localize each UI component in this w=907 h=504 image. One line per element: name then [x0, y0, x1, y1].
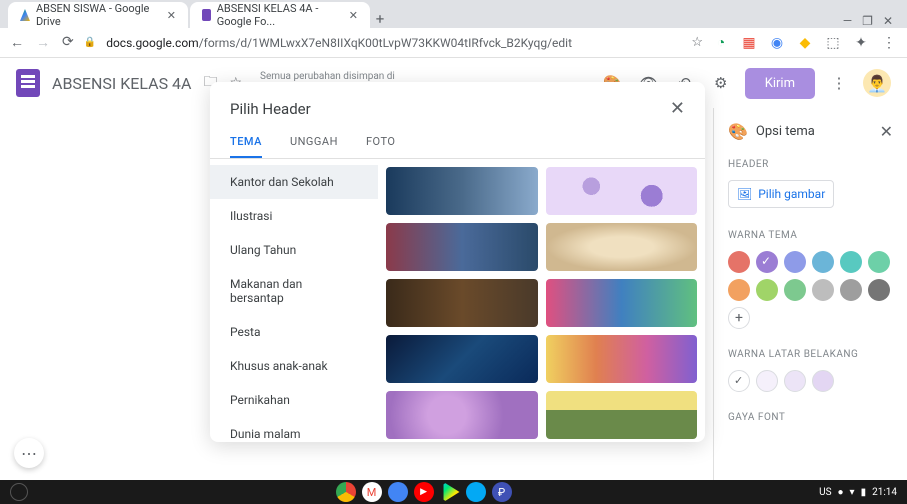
document-title[interactable]: ABSENSI KELAS 4A [52, 74, 191, 93]
category-khusus-anak[interactable]: Khusus anak-anak [210, 349, 378, 383]
theme-thumb[interactable] [386, 167, 538, 215]
minimize-icon[interactable]: — [843, 14, 852, 28]
lock-icon[interactable]: 🔒 [84, 37, 96, 48]
app-icon-2[interactable]: ₽ [492, 482, 512, 502]
theme-grid [378, 159, 705, 442]
tab-unggah[interactable]: UNGGAH [290, 127, 338, 158]
browser-tab-2[interactable]: ABSENSI KELAS 4A - Google Fo... ✕ [190, 2, 370, 28]
bg-color-title: WARNA LATAR BELAKANG [728, 349, 893, 360]
browser-tab-1[interactable]: ABSEN SISWA - Google Drive ✕ [8, 2, 188, 28]
account-avatar[interactable]: 👨‍💼 [863, 69, 891, 97]
close-window-icon[interactable]: ✕ [883, 14, 893, 28]
theme-thumb[interactable] [546, 223, 698, 271]
category-dunia-malam[interactable]: Dunia malam [210, 417, 378, 442]
bg-color-swatch[interactable] [812, 370, 834, 392]
category-ilustrasi[interactable]: Ilustrasi [210, 199, 378, 233]
ext-icon-3[interactable]: ◉ [769, 35, 785, 51]
theme-color-swatch[interactable] [784, 251, 806, 273]
tab-title: ABSENSI KELAS 4A - Google Fo... [217, 2, 335, 28]
theme-color-swatch[interactable] [812, 251, 834, 273]
theme-color-swatch[interactable] [840, 251, 862, 273]
theme-options-panel: 🎨 Opsi tema ✕ HEADER 🖼 Pilih gambar WARN… [713, 108, 907, 480]
docs-icon[interactable] [388, 482, 408, 502]
ext-icon-1[interactable]: ◔ [713, 35, 729, 51]
palette-icon: 🎨 [728, 122, 748, 141]
close-icon[interactable]: ✕ [880, 122, 893, 141]
theme-thumb[interactable] [546, 167, 698, 215]
theme-thumb[interactable] [386, 223, 538, 271]
launcher-icon[interactable] [10, 483, 28, 501]
tab-foto[interactable]: FOTO [366, 127, 395, 158]
theme-color-swatch[interactable] [728, 251, 750, 273]
pilih-header-dialog: Pilih Header ✕ TEMA UNGGAH FOTO Kantor d… [210, 82, 705, 442]
category-pernikahan[interactable]: Pernikahan [210, 383, 378, 417]
new-tab-button[interactable]: + [370, 10, 390, 28]
theme-thumb[interactable] [386, 279, 538, 327]
settings-gear-icon[interactable]: ⚙ [709, 71, 733, 95]
add-color-button[interactable]: + [728, 307, 750, 329]
reload-button[interactable]: ⟳ [62, 34, 74, 51]
theme-color-swatch[interactable] [784, 279, 806, 301]
tab-tema[interactable]: TEMA [230, 127, 262, 158]
youtube-icon[interactable]: ▶ [414, 482, 434, 502]
wifi-icon[interactable]: ▾ [850, 487, 855, 498]
bg-color-swatch[interactable] [756, 370, 778, 392]
close-icon[interactable]: ✕ [670, 98, 685, 119]
ext-icon-4[interactable]: ◆ [797, 35, 813, 51]
ext-puzzle-icon[interactable]: ✦ [853, 35, 869, 51]
theme-thumb[interactable] [386, 335, 538, 383]
panel-title: Opsi tema [756, 124, 872, 139]
bg-color-swatch[interactable] [784, 370, 806, 392]
forms-logo-icon[interactable] [16, 69, 40, 97]
battery-icon[interactable]: ▮ [861, 487, 867, 498]
bg-color-swatch[interactable] [728, 370, 750, 392]
theme-color-swatch[interactable] [868, 251, 890, 273]
choose-image-button[interactable]: 🖼 Pilih gambar [728, 180, 834, 208]
tab-title: ABSEN SISWA - Google Drive [36, 2, 153, 28]
ext-icon-2[interactable]: ▦ [741, 35, 757, 51]
address-bar[interactable]: docs.google.com/forms/d/1WMLwxX7eN8IIXqK… [106, 36, 681, 50]
theme-color-swatch[interactable] [756, 251, 778, 273]
category-pesta[interactable]: Pesta [210, 315, 378, 349]
dialog-title: Pilih Header [230, 100, 311, 118]
send-button[interactable]: Kirim [745, 68, 815, 99]
gmail-icon[interactable]: M [362, 482, 382, 502]
help-fab[interactable]: ⋯ [14, 438, 44, 468]
close-icon[interactable]: ✕ [167, 9, 176, 22]
image-icon: 🖼 [737, 187, 752, 201]
bookmark-star-icon[interactable]: ☆ [691, 35, 703, 50]
drive-favicon [20, 9, 30, 21]
theme-thumb[interactable] [546, 335, 698, 383]
theme-thumb[interactable] [546, 279, 698, 327]
app-icon[interactable] [466, 482, 486, 502]
status-icon[interactable]: ● [838, 487, 844, 498]
taskbar: M ▶ ₽ US ● ▾ ▮ 21:14 [0, 480, 907, 504]
chrome-icon[interactable] [336, 482, 356, 502]
theme-thumb[interactable] [546, 391, 698, 439]
ext-icon-5[interactable]: ⬚ [825, 35, 841, 51]
forward-button[interactable]: → [36, 34, 50, 51]
play-store-icon[interactable] [440, 482, 460, 502]
category-kantor[interactable]: Kantor dan Sekolah [210, 165, 378, 199]
back-button[interactable]: ← [10, 34, 24, 51]
theme-color-swatch[interactable] [868, 279, 890, 301]
more-icon[interactable]: ⋮ [827, 71, 851, 95]
restore-icon[interactable]: ❐ [862, 14, 873, 28]
menu-dots-icon[interactable]: ⋮ [881, 35, 897, 51]
theme-color-swatch[interactable] [728, 279, 750, 301]
theme-color-swatch[interactable] [756, 279, 778, 301]
theme-color-swatch[interactable] [840, 279, 862, 301]
clock[interactable]: 21:14 [872, 487, 897, 498]
close-icon[interactable]: ✕ [349, 9, 358, 22]
theme-color-swatch[interactable] [812, 279, 834, 301]
forms-favicon [202, 9, 211, 21]
theme-thumb[interactable] [386, 391, 538, 439]
theme-color-title: WARNA TEMA [728, 230, 893, 241]
category-ulang-tahun[interactable]: Ulang Tahun [210, 233, 378, 267]
category-makanan[interactable]: Makanan dan bersantap [210, 267, 378, 315]
language-indicator[interactable]: US [819, 487, 831, 498]
category-list: Kantor dan Sekolah Ilustrasi Ulang Tahun… [210, 159, 378, 442]
header-section-title: HEADER [728, 159, 893, 170]
font-style-title: GAYA FONT [728, 412, 893, 423]
